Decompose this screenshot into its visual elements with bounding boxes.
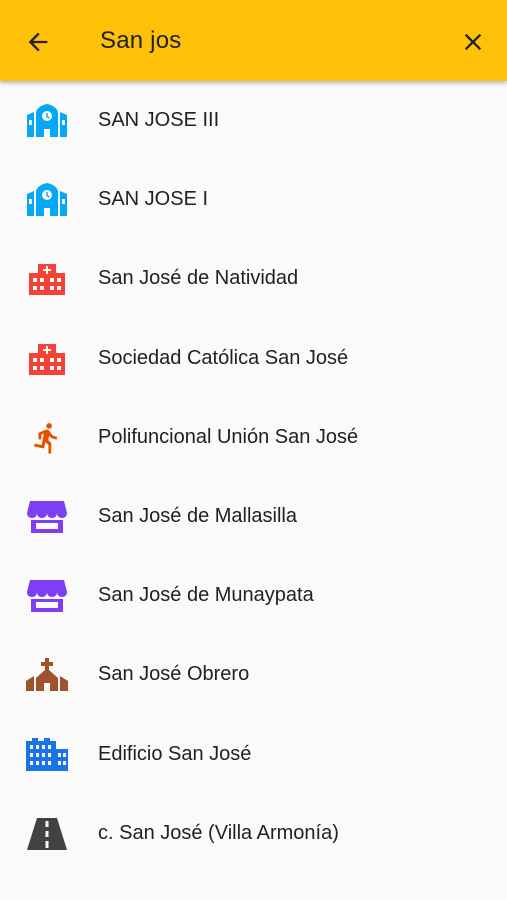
- result-label: Polifuncional Unión San José: [98, 425, 359, 448]
- school-icon: [24, 101, 70, 141]
- result-label: San José de Munaypata: [98, 584, 314, 607]
- result-item[interactable]: Sociedad Católica San José: [0, 319, 507, 398]
- result-item[interactable]: Edificio San José: [0, 715, 507, 794]
- hospital-icon: [24, 259, 70, 299]
- result-label: Sociedad Católica San José: [98, 346, 349, 369]
- result-label: San José de Mallasilla: [98, 504, 297, 527]
- close-icon: [464, 33, 482, 51]
- partial-next-item-icon: [38, 895, 56, 900]
- result-item[interactable]: San José de Mallasilla: [0, 477, 507, 556]
- road-icon: [24, 814, 70, 854]
- building-icon: [24, 735, 70, 775]
- result-label: SAN JOSE I: [98, 188, 209, 211]
- result-label: San José Obrero: [98, 663, 250, 686]
- hospital-icon: [24, 339, 70, 379]
- sports-runner-icon: [24, 418, 70, 458]
- result-label: c. San José (Villa Armonía): [98, 821, 339, 844]
- app-bar: San jos: [0, 0, 507, 81]
- result-item[interactable]: c. San José (Villa Armonía): [0, 794, 507, 873]
- arrow-left-icon: [28, 32, 48, 52]
- search-query-title[interactable]: San jos: [100, 25, 181, 57]
- store-icon: [24, 497, 70, 537]
- result-item[interactable]: SAN JOSE I: [0, 160, 507, 239]
- result-label: Edificio San José: [98, 742, 252, 765]
- results-list: SAN JOSE III SAN JOSE I San José de Nati…: [0, 81, 507, 873]
- search-results-screen: San jos SAN JOSE III SAN JOSE I San José…: [0, 0, 507, 900]
- result-item[interactable]: San José de Munaypata: [0, 556, 507, 635]
- store-icon: [24, 576, 70, 616]
- clear-search-button[interactable]: [453, 22, 493, 62]
- result-label: San José de Natividad: [98, 267, 299, 290]
- result-item[interactable]: Polifuncional Unión San José: [0, 398, 507, 477]
- result-item[interactable]: SAN JOSE III: [0, 81, 507, 160]
- result-item[interactable]: San José de Natividad: [0, 239, 507, 318]
- church-icon: [24, 655, 70, 695]
- result-label: SAN JOSE III: [98, 109, 220, 131]
- result-item[interactable]: San José Obrero: [0, 635, 507, 714]
- school-icon: [24, 180, 70, 220]
- back-button[interactable]: [18, 22, 58, 62]
